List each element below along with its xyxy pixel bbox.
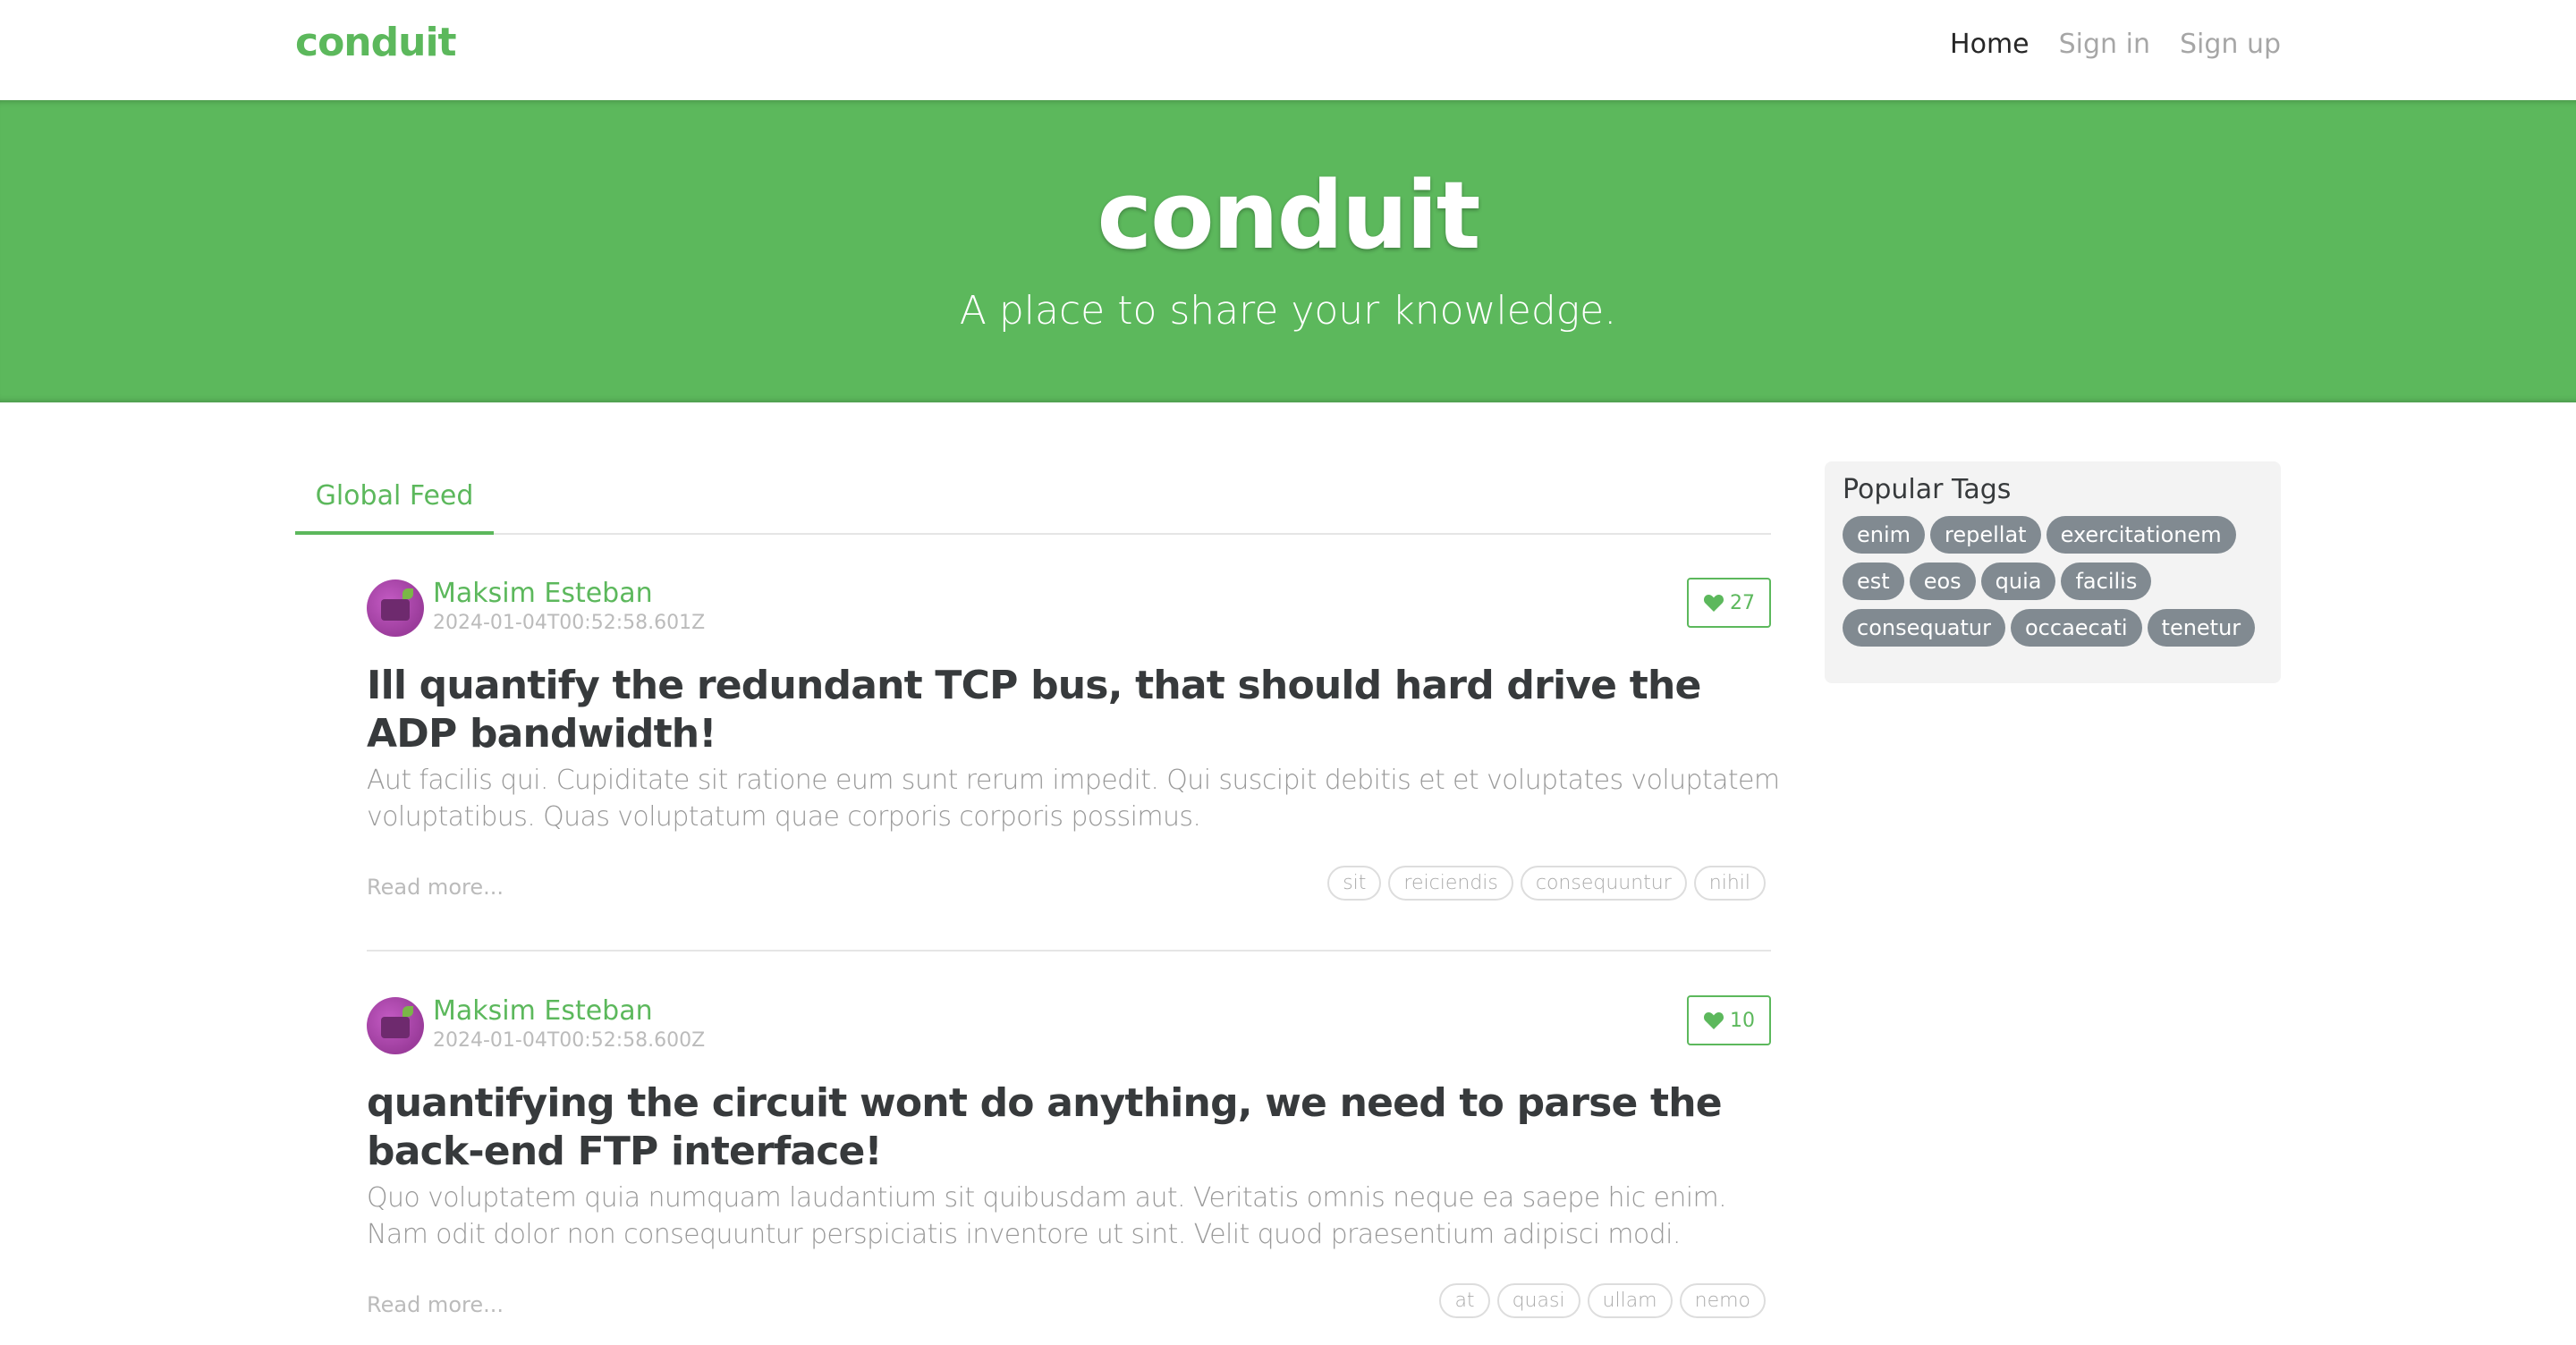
heart-icon — [1703, 1012, 1724, 1029]
favorite-button[interactable]: 10 — [1687, 995, 1771, 1045]
author-link[interactable]: Maksim Esteban — [433, 578, 653, 609]
article-title[interactable]: Ill quantify the redundant TCP bus, that… — [367, 662, 1780, 758]
article-description[interactable]: Aut facilis qui. Cupiditate sit ratione … — [367, 762, 1789, 835]
avatar[interactable] — [367, 997, 424, 1054]
feed-toggle: Global Feed — [295, 461, 1771, 535]
heart-icon — [1703, 595, 1724, 612]
article-title[interactable]: quantifying the circuit wont do anything… — [367, 1079, 1780, 1176]
avatar-leaf — [402, 1006, 413, 1017]
article-divider — [367, 950, 1771, 952]
avatar[interactable] — [367, 579, 424, 637]
hero-banner: conduit A place to share your knowledge. — [0, 100, 2576, 402]
article-tag[interactable]: at — [1439, 1283, 1490, 1318]
article-date: 2024-01-04T00:52:58.601Z — [433, 612, 706, 634]
sidebar-title: Popular Tags — [1843, 474, 2012, 505]
popular-tag[interactable]: occaecati — [2011, 609, 2142, 647]
popular-tag[interactable]: facilis — [2061, 563, 2152, 600]
avatar-leaf — [402, 588, 413, 599]
nav-sign-in[interactable]: Sign in — [2059, 29, 2150, 60]
nav-home[interactable]: Home — [1950, 29, 2029, 60]
popular-tag[interactable]: consequatur — [1843, 609, 2005, 647]
popular-tag[interactable]: enim — [1843, 516, 1926, 554]
tag-cloud: enim repellat exercitationem est eos qui… — [1843, 516, 2263, 647]
article-tag-list: at quasi ullam nemo — [1439, 1283, 1766, 1318]
article-tag[interactable]: reiciendis — [1388, 866, 1513, 901]
tab-global-feed[interactable]: Global Feed — [295, 461, 494, 535]
popular-tag[interactable]: est — [1843, 563, 1904, 600]
article-tag[interactable]: quasi — [1496, 1283, 1580, 1318]
popular-tag[interactable]: quia — [1980, 563, 2056, 600]
avatar-face — [381, 599, 410, 621]
popular-tag[interactable]: tenetur — [2147, 609, 2256, 647]
article-description[interactable]: Quo voluptatem quia numquam laudantium s… — [367, 1180, 1789, 1253]
article-tag[interactable]: ullam — [1587, 1283, 1673, 1318]
brand-logo[interactable]: conduit — [295, 20, 457, 65]
article-tag-list: sit reiciendis consequuntur nihil — [1327, 866, 1766, 901]
navbar: conduit Home Sign in Sign up — [0, 0, 2576, 100]
avatar-face — [381, 1017, 410, 1038]
article-tag[interactable]: consequuntur — [1520, 866, 1687, 901]
popular-tags-sidebar: Popular Tags enim repellat exercitatione… — [1825, 461, 2281, 683]
popular-tag[interactable]: eos — [1909, 563, 1976, 600]
article-tag[interactable]: sit — [1327, 866, 1382, 901]
nav-sign-up[interactable]: Sign up — [2180, 29, 2281, 60]
article-meta: Maksim Esteban 2024-01-04T00:52:58.600Z … — [367, 995, 1771, 1054]
favorite-count: 27 — [1730, 591, 1755, 614]
article-date: 2024-01-04T00:52:58.600Z — [433, 1029, 706, 1052]
nav-links: Home Sign in Sign up — [1950, 29, 2281, 60]
author-link[interactable]: Maksim Esteban — [433, 995, 653, 1027]
favorite-count: 10 — [1730, 1009, 1755, 1032]
article-tag[interactable]: nihil — [1693, 866, 1766, 901]
article-tag[interactable]: nemo — [1679, 1283, 1766, 1318]
banner-title: conduit — [1097, 161, 1481, 270]
popular-tag[interactable]: repellat — [1930, 516, 2041, 554]
banner-subtitle: A place to share your knowledge. — [959, 288, 1617, 334]
read-more-link[interactable]: Read more... — [367, 875, 504, 900]
favorite-button[interactable]: 27 — [1687, 578, 1771, 628]
article-meta: Maksim Esteban 2024-01-04T00:52:58.601Z … — [367, 578, 1771, 637]
popular-tag[interactable]: exercitationem — [2046, 516, 2236, 554]
read-more-link[interactable]: Read more... — [367, 1292, 504, 1317]
